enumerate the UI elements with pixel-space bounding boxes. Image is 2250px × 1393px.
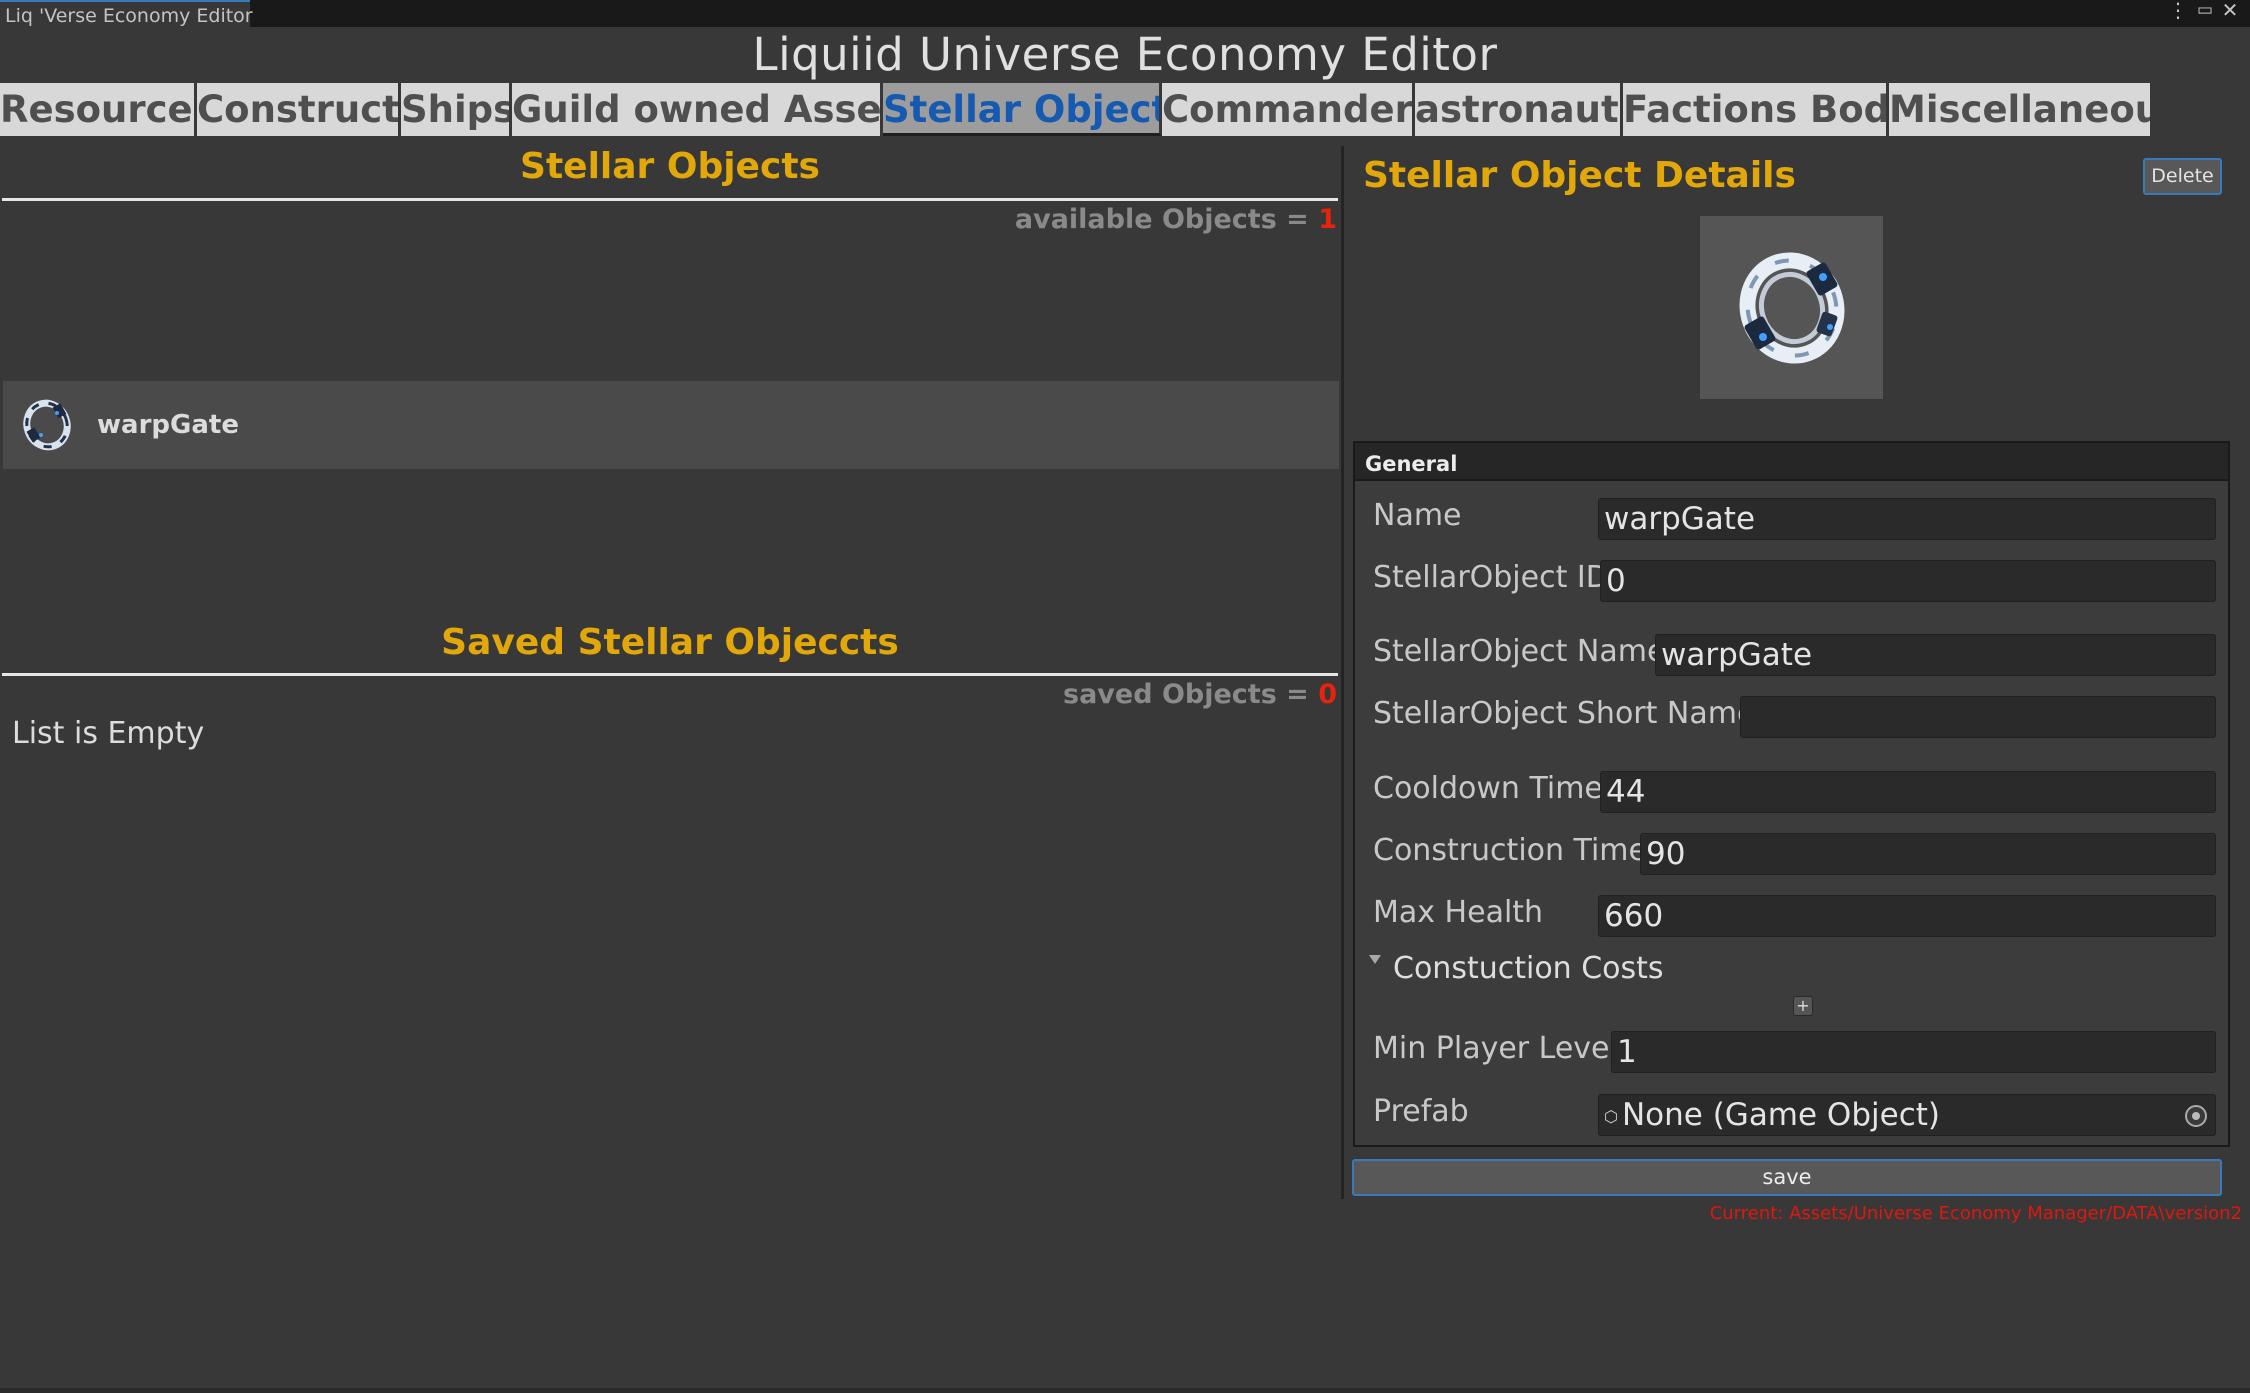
more-icon[interactable]: ⋮ [2167,0,2189,22]
construction-time-label: Construction Time [1373,833,1647,868]
min-player-level-label: Min Player Level [1373,1031,1618,1066]
available-objects-title: Stellar Objects [520,146,820,187]
saved-count-label: saved Objects = [1063,679,1319,710]
name-field[interactable]: warpGate [1598,498,2216,540]
object-picker-icon[interactable] [2185,1105,2207,1127]
prefab-object-field[interactable]: ⬡ None (Game Object) [1598,1094,2216,1136]
stellar-object-name-label: StellarObject Name [1373,634,1666,669]
cooldown-time-label: Cooldown Time [1373,771,1603,806]
available-count-value: 1 [1318,204,1337,235]
title-bar: Liq 'Verse Economy Editor ⋮ ▭ ✕ [0,0,2250,27]
empty-list-message: List is Empty [12,716,205,751]
stellar-object-id-label: StellarObject ID [1373,560,1609,595]
stellar-object-short-name-label: StellarObject Short Name [1373,696,1756,731]
save-button[interactable]: save [1352,1159,2222,1196]
add-cost-button[interactable]: + [1793,996,1813,1016]
min-player-level-field[interactable]: 1 [1611,1031,2216,1073]
tab-astronauts[interactable]: astronauts [1415,83,1623,136]
tab-stellar-objects[interactable]: Stellar Objects [883,83,1162,136]
tab-factions-body[interactable]: Factions Body [1623,83,1889,136]
prefab-value: None (Game Object) [1621,1097,1940,1133]
name-label: Name [1373,498,1462,533]
construction-time-field[interactable]: 90 [1640,833,2216,875]
close-icon[interactable]: ✕ [2219,0,2241,22]
prefab-label: Prefab [1373,1094,1469,1129]
available-count-label: available Objects = [1014,204,1319,235]
max-health-field[interactable]: 660 [1598,895,2216,937]
stellar-object-id-field[interactable]: 0 [1600,560,2216,602]
tab-miscellaneous[interactable]: Miscellaneous [1889,83,2150,136]
app-title: Liquiid Universe Economy Editor [752,28,1498,81]
general-section-header[interactable]: General [1355,443,2228,481]
saved-count-value: 0 [1318,679,1337,710]
game-object-icon: ⬡ [1604,1106,1618,1126]
cooldown-time-field[interactable]: 44 [1600,771,2216,813]
tab-constructables[interactable]: Constructables [197,83,401,136]
list-item-label: warpGate [97,410,239,440]
details-title: Stellar Object Details [1363,155,1796,196]
warp-gate-icon [23,399,71,451]
saved-count: saved Objects = 0 [1063,679,1337,710]
current-path: Current: Assets/Universe Economy Manager… [1709,1203,2242,1224]
tab-resources[interactable]: Resources [0,83,197,136]
saved-objects-title: Saved Stellar Objeccts [441,622,899,663]
bottom-border [0,1388,2250,1393]
divider [2,198,1338,201]
tab-bar: Resources Constructables Ships Guild own… [0,83,2250,136]
stellar-object-name-field[interactable]: warpGate [1655,634,2216,676]
construction-costs-label[interactable]: Constuction Costs [1393,951,1664,986]
construction-costs-foldout[interactable]: Constuction Costs [1369,951,1664,986]
panel-splitter[interactable] [1341,146,1344,1199]
window-tab[interactable]: Liq 'Verse Economy Editor [0,0,253,27]
stellar-object-short-name-field[interactable] [1740,696,2216,738]
tab-guild-owned-assets[interactable]: Guild owned Assets [512,83,883,136]
maximize-icon[interactable]: ▭ [2194,0,2216,22]
max-health-label: Max Health [1373,895,1544,930]
available-count: available Objects = 1 [1015,204,1337,235]
divider [2,673,1338,676]
tab-ships[interactable]: Ships [401,83,512,136]
foldout-arrow-icon[interactable] [1369,955,1381,964]
objects-list-panel: Stellar Objects available Objects = 1 wa… [0,146,1340,1196]
general-section: General Name warpGate StellarObject ID 0… [1353,441,2230,1147]
list-item[interactable]: warpGate [3,381,1339,469]
delete-button[interactable]: Delete [2143,158,2222,195]
object-preview [1700,216,1883,399]
tab-commanders[interactable]: Commanders [1162,83,1415,136]
warp-gate-preview-icon [1739,251,1844,364]
